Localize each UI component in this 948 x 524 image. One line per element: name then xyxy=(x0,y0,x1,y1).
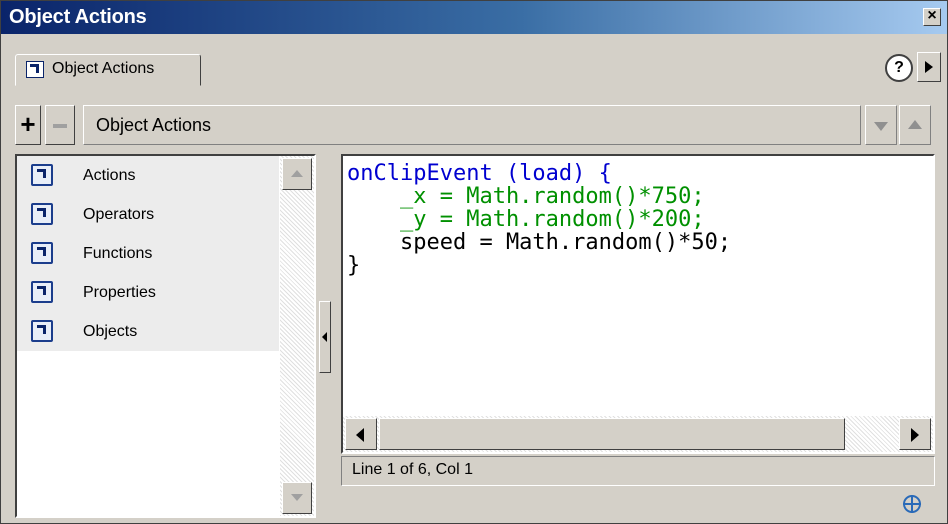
add-statement-button[interactable]: + xyxy=(15,105,41,145)
remove-statement-button[interactable] xyxy=(45,105,75,145)
code-line: } xyxy=(347,253,361,278)
scroll-right-button[interactable] xyxy=(899,418,931,450)
book-icon xyxy=(31,203,53,225)
object-actions-window: Object Actions × Object Actions ? + Obje… xyxy=(0,0,948,524)
toolbox-item-label: Objects xyxy=(83,323,138,340)
line-col-status: Line 1 of 6, Col 1 xyxy=(352,461,473,478)
code-line: _y = Math.random()*200; xyxy=(347,207,705,232)
pane-splitter-toggle[interactable] xyxy=(319,301,331,373)
toolbox-item-actions[interactable]: Actions xyxy=(17,156,279,195)
code-block[interactable]: onClipEvent (load) { _x = Math.random()*… xyxy=(347,162,731,277)
arrow-icon xyxy=(26,61,44,78)
editor-horizontal-scrollbar[interactable] xyxy=(343,416,933,452)
toolbox-item-operators[interactable]: Operators xyxy=(17,195,279,234)
actions-toolbox: Actions Operators Functions Properties O… xyxy=(15,154,316,518)
toolbar-title: Object Actions xyxy=(96,115,212,135)
scroll-thumb[interactable] xyxy=(379,418,845,450)
title-bar[interactable]: Object Actions × xyxy=(1,1,947,34)
scroll-up-button[interactable] xyxy=(282,158,312,190)
move-up-button[interactable] xyxy=(899,105,931,145)
toolbox-vertical-scrollbar[interactable] xyxy=(280,156,314,516)
toolbox-item-label: Operators xyxy=(83,206,155,223)
toolbox-item-label: Functions xyxy=(83,245,153,262)
toolbox-item-objects[interactable]: Objects xyxy=(17,312,279,351)
toolbox-item-label: Properties xyxy=(83,284,156,301)
toolbox-item-functions[interactable]: Functions xyxy=(17,234,279,273)
help-button[interactable]: ? xyxy=(885,54,913,82)
toolbox-item-properties[interactable]: Properties xyxy=(17,273,279,312)
status-bar: Line 1 of 6, Col 1 xyxy=(341,456,935,486)
code-line: speed = Math.random()*50; xyxy=(347,230,732,255)
toolbar: + Object Actions xyxy=(15,102,935,148)
book-icon xyxy=(31,320,53,342)
target-icon[interactable] xyxy=(903,495,921,513)
window-title: Object Actions xyxy=(9,6,147,28)
panel-menu-button[interactable] xyxy=(917,52,941,82)
tab-object-actions[interactable]: Object Actions xyxy=(15,54,201,86)
tab-strip: Object Actions ? xyxy=(1,34,947,86)
toolbox-item-label: Actions xyxy=(83,167,136,184)
tab-label: Object Actions xyxy=(52,60,155,77)
code-line: _x = Math.random()*750; xyxy=(347,184,705,209)
toolbox-list: Actions Operators Functions Properties O… xyxy=(17,156,279,351)
move-down-button[interactable] xyxy=(865,105,897,145)
book-icon xyxy=(31,242,53,264)
scroll-left-button[interactable] xyxy=(345,418,377,450)
toolbar-title-box: Object Actions xyxy=(83,105,861,145)
code-line: onClipEvent (load) { xyxy=(347,161,612,186)
script-editor[interactable]: onClipEvent (load) { _x = Math.random()*… xyxy=(341,154,935,454)
book-icon xyxy=(31,281,53,303)
close-button[interactable]: × xyxy=(923,8,941,26)
book-icon xyxy=(31,164,53,186)
scroll-down-button[interactable] xyxy=(282,482,312,514)
